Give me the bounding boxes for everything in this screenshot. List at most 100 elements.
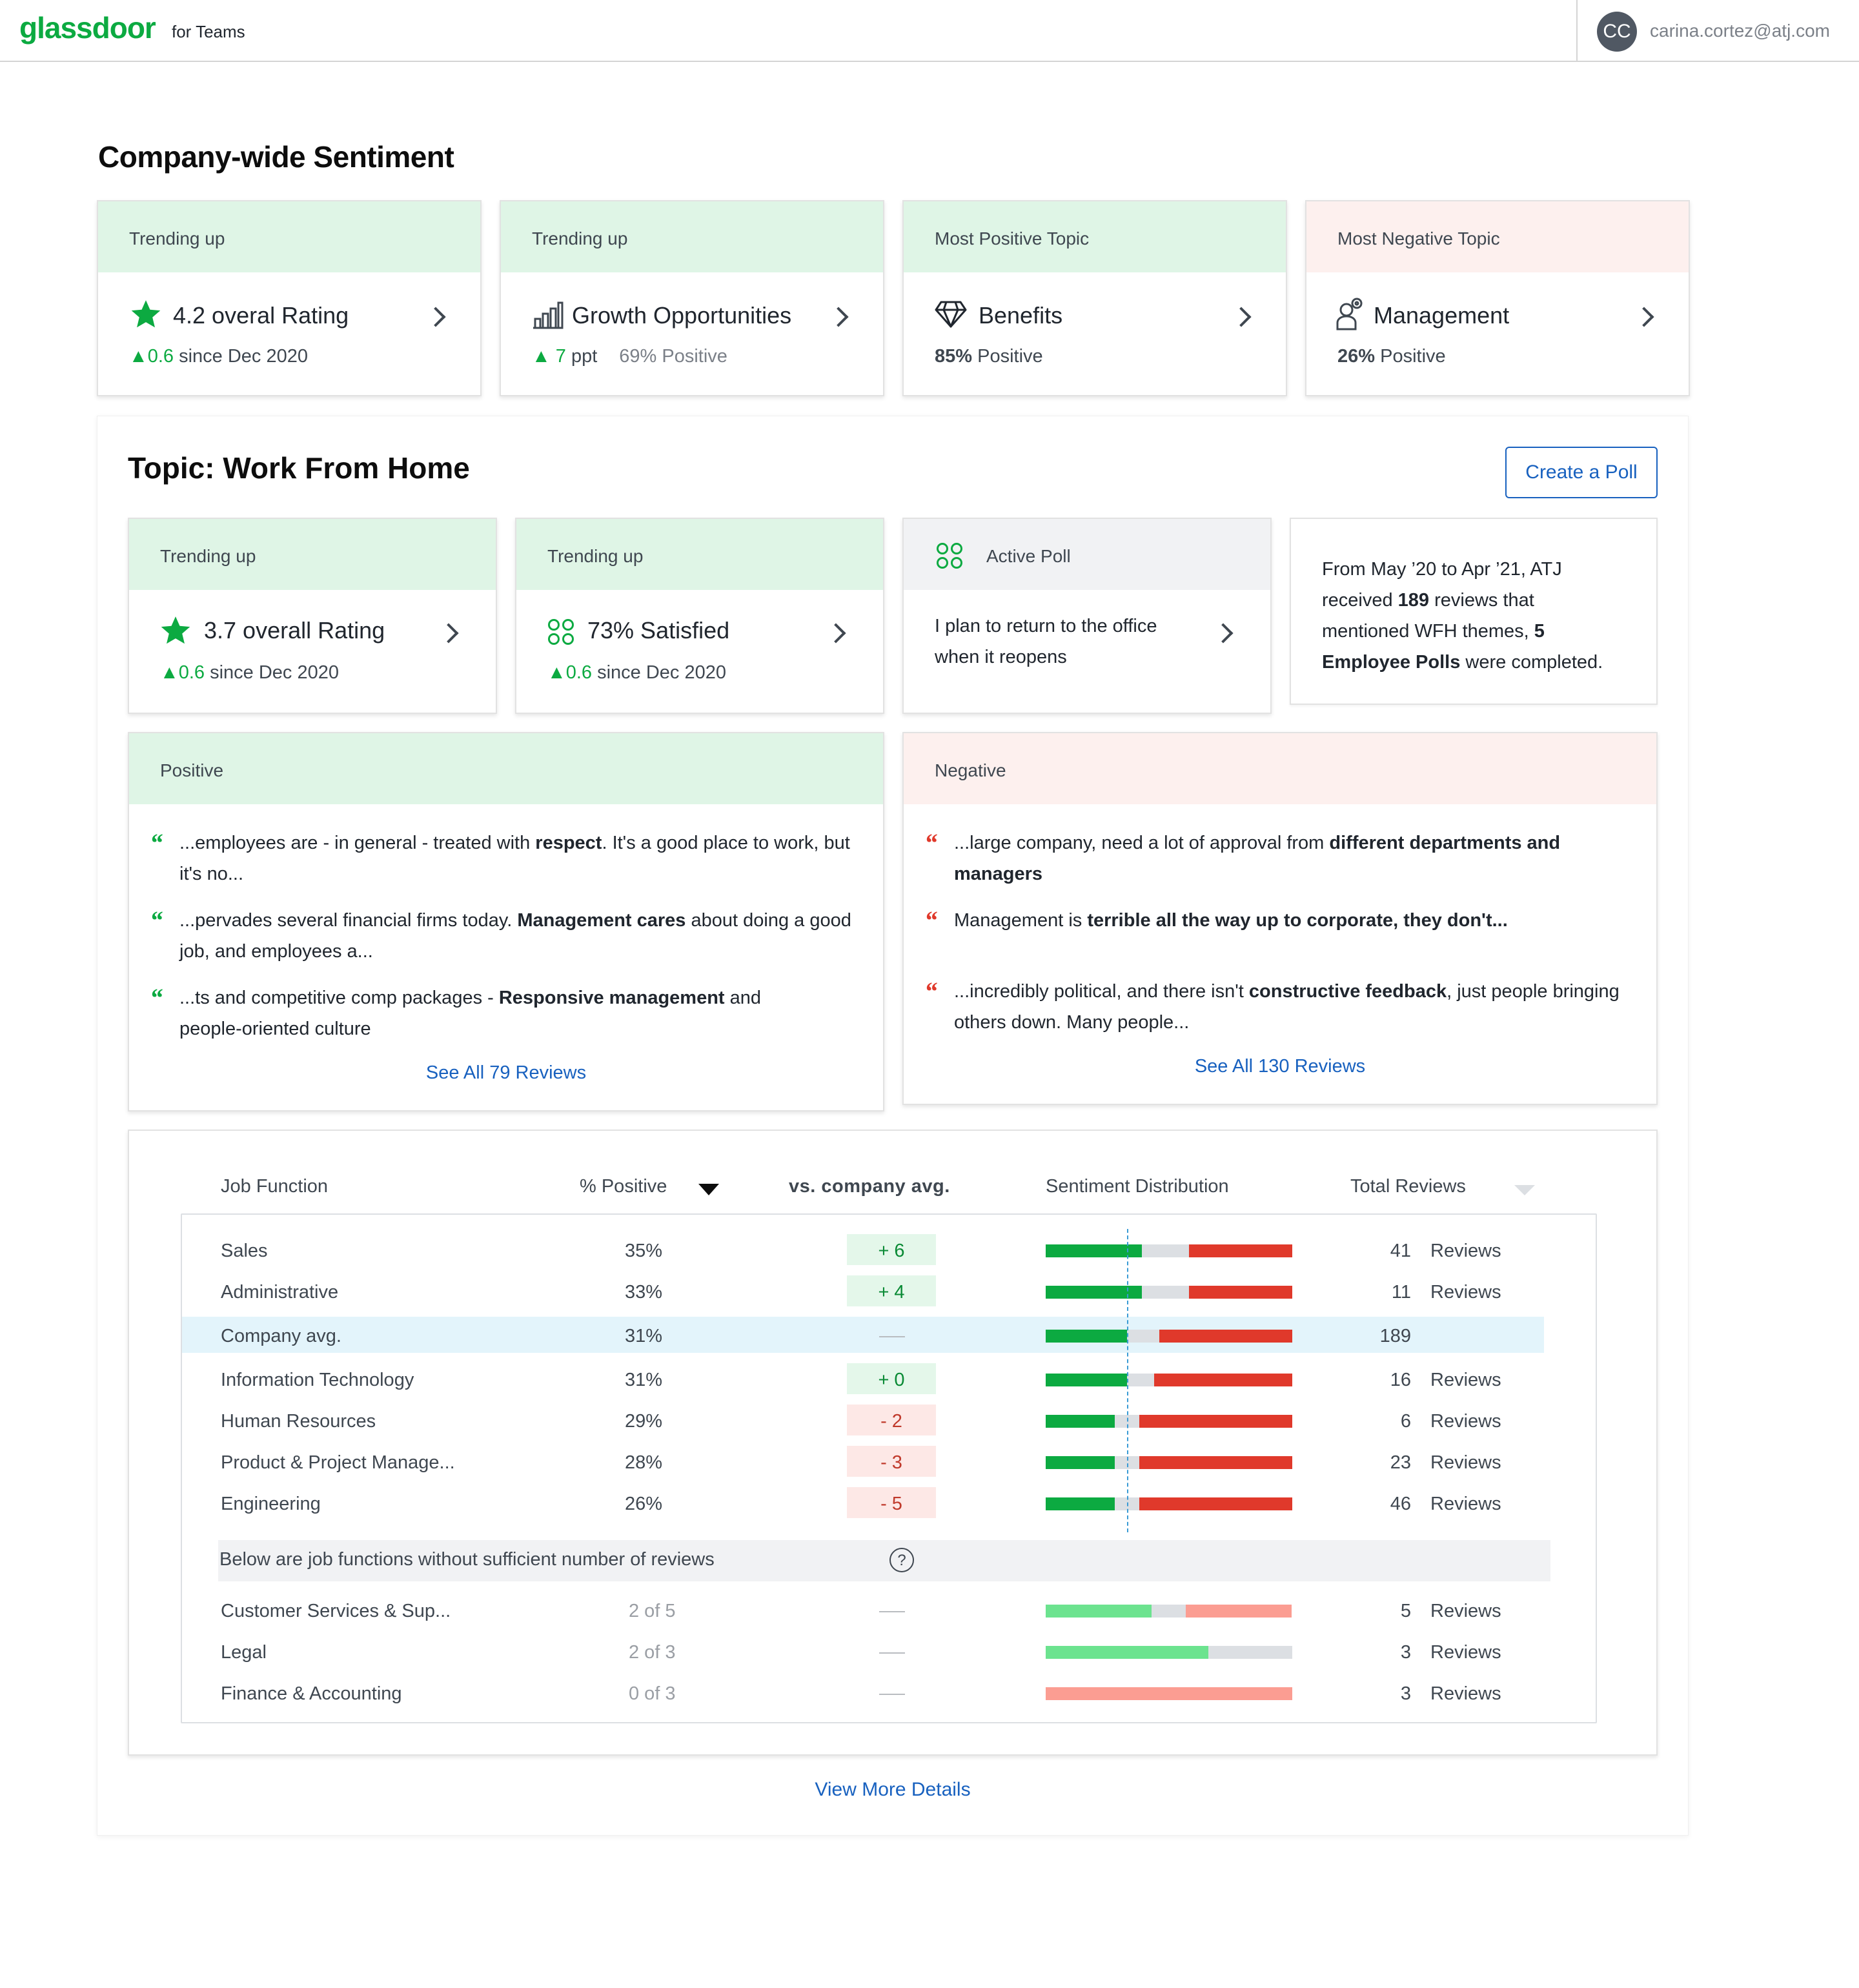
positive-reviews-card: Positive “ ...employees are - in general… bbox=[128, 732, 884, 1111]
bar-chart-icon bbox=[533, 301, 564, 329]
card-title: Benefits bbox=[979, 302, 1063, 329]
bar-negative bbox=[1189, 1286, 1292, 1299]
view-more-details-link[interactable]: View More Details bbox=[0, 1779, 1785, 1801]
delta-negative-badge: - 2 bbox=[847, 1405, 936, 1435]
card-sub: since Dec 2020 bbox=[179, 346, 308, 367]
card-title: 3.7 overall Rating bbox=[204, 617, 385, 644]
sort-desc-icon[interactable] bbox=[698, 1184, 719, 1195]
empty-delta-dash bbox=[879, 1694, 905, 1695]
diamond-icon bbox=[935, 301, 967, 328]
see-all-positive-link[interactable]: See All 79 Reviews bbox=[129, 1062, 883, 1084]
avatar[interactable]: CC bbox=[1597, 12, 1637, 52]
reviews-link[interactable]: Reviews bbox=[1430, 1642, 1501, 1663]
empty-delta-dash bbox=[879, 1336, 905, 1337]
quote-icon: “ bbox=[150, 983, 163, 1012]
job-function-name: Sales bbox=[221, 1241, 268, 1261]
see-all-negative-link[interactable]: See All 130 Reviews bbox=[904, 1056, 1656, 1077]
col-percent-positive[interactable]: % Positive bbox=[580, 1176, 667, 1197]
job-function-name: Company avg. bbox=[221, 1326, 341, 1346]
reviews-link[interactable]: Reviews bbox=[1430, 1282, 1501, 1303]
topic-title: Topic: Work From Home bbox=[128, 451, 470, 485]
satisfied-card[interactable]: Trending up 73% Satisfied ▲0.6 since Dec… bbox=[515, 518, 884, 714]
summary-text: From May ’20 to Apr ’21, ATJ received 18… bbox=[1322, 554, 1603, 678]
trend-delta: 0.6 bbox=[565, 662, 593, 683]
active-poll-card[interactable]: Active Poll I plan to return to the offi… bbox=[902, 518, 1272, 714]
glassdoor-logo[interactable]: glassdoor bbox=[19, 10, 156, 45]
percent-positive: 35% bbox=[625, 1241, 663, 1261]
col-vs-company-avg[interactable]: vs. company avg. bbox=[789, 1176, 950, 1197]
poll-icon bbox=[937, 543, 962, 569]
chevron-right-icon[interactable] bbox=[1231, 307, 1252, 327]
bar-positive bbox=[1046, 1330, 1127, 1343]
trend-up-icon: ▲ bbox=[160, 662, 179, 683]
chevron-right-icon[interactable] bbox=[1213, 623, 1234, 644]
top-header bbox=[0, 0, 1859, 62]
review-quote: ...employees are - in general - treated … bbox=[179, 833, 850, 884]
sort-icon[interactable] bbox=[1514, 1185, 1535, 1195]
chevron-right-icon[interactable] bbox=[828, 307, 849, 327]
reviews-link[interactable]: Reviews bbox=[1430, 1411, 1501, 1432]
total-reviews: 6 bbox=[1400, 1411, 1411, 1432]
growth-card[interactable]: Trending up Growth Opportunities ▲ 7 ppt… bbox=[500, 200, 884, 396]
star-icon bbox=[131, 300, 161, 328]
company-avg-highlight bbox=[182, 1317, 1544, 1353]
help-icon[interactable]: ? bbox=[889, 1548, 914, 1572]
card-sub: 69% Positive bbox=[619, 346, 727, 367]
card-header: Most Negative Topic bbox=[1306, 201, 1689, 272]
col-job-function[interactable]: Job Function bbox=[221, 1176, 328, 1197]
poll-icon bbox=[548, 619, 574, 645]
summary-card: From May ’20 to Apr ’21, ATJ received 18… bbox=[1290, 518, 1658, 705]
card-header: Negative bbox=[904, 733, 1656, 804]
review-quote: Management is terrible all the way up to… bbox=[954, 910, 1508, 931]
reviews-link[interactable]: Reviews bbox=[1430, 1601, 1501, 1622]
card-header: Trending up bbox=[516, 519, 883, 590]
chevron-right-icon[interactable] bbox=[1634, 307, 1654, 327]
trend-delta: 0.6 bbox=[178, 662, 205, 683]
job-function-name: Product & Project Manage... bbox=[221, 1452, 455, 1473]
delta-positive-badge: + 0 bbox=[847, 1363, 936, 1394]
percent-positive: 31% bbox=[625, 1370, 663, 1390]
col-total-reviews[interactable]: Total Reviews bbox=[1350, 1176, 1466, 1197]
bar-negative bbox=[1186, 1605, 1292, 1618]
quote-icon: “ bbox=[924, 906, 937, 935]
negative-topic-card[interactable]: Most Negative Topic Management 26% Posit… bbox=[1305, 200, 1690, 396]
review-quote: ...ts and competitive comp packages - Re… bbox=[179, 988, 762, 1039]
col-sentiment-distribution: Sentiment Distribution bbox=[1046, 1176, 1229, 1197]
bar-negative bbox=[1154, 1374, 1292, 1386]
chevron-right-icon[interactable] bbox=[438, 623, 459, 644]
quote-icon: “ bbox=[150, 828, 163, 857]
card-title: Growth Opportunities bbox=[572, 302, 792, 329]
bar-positive bbox=[1046, 1646, 1208, 1659]
bar-neutral bbox=[1142, 1244, 1189, 1257]
delta-positive-badge: + 6 bbox=[847, 1234, 936, 1265]
reviews-link[interactable]: Reviews bbox=[1430, 1683, 1501, 1705]
empty-delta-dash bbox=[879, 1652, 905, 1654]
delta-unit: ppt bbox=[571, 346, 598, 367]
topic-rating-card[interactable]: Trending up 3.7 overall Rating ▲0.6 sinc… bbox=[128, 518, 497, 714]
percent-positive: 2 of 5 bbox=[629, 1601, 676, 1621]
chevron-right-icon[interactable] bbox=[425, 307, 446, 327]
insufficient-label: Below are job functions without sufficie… bbox=[219, 1549, 715, 1570]
bar-negative bbox=[1139, 1497, 1292, 1510]
create-poll-button[interactable]: Create a Poll bbox=[1505, 447, 1658, 498]
reviews-link[interactable]: Reviews bbox=[1430, 1241, 1501, 1262]
reviews-link[interactable]: Reviews bbox=[1430, 1370, 1501, 1391]
chevron-right-icon[interactable] bbox=[826, 623, 846, 644]
card-sub: since Dec 2020 bbox=[597, 662, 726, 683]
rating-card[interactable]: Trending up 4.2 overal Rating ▲0.6 since… bbox=[97, 200, 482, 396]
bar-neutral bbox=[1127, 1330, 1159, 1343]
job-function-name: Administrative bbox=[221, 1282, 339, 1303]
reviews-link[interactable]: Reviews bbox=[1430, 1452, 1501, 1474]
reviews-link[interactable]: Reviews bbox=[1430, 1494, 1501, 1515]
percent-positive: 28% bbox=[625, 1452, 663, 1473]
card-header: Trending up bbox=[501, 201, 883, 272]
bar-positive bbox=[1046, 1605, 1152, 1618]
total-reviews: 16 bbox=[1390, 1370, 1411, 1390]
card-title: Management bbox=[1374, 302, 1510, 329]
bar-neutral bbox=[1152, 1605, 1186, 1618]
card-sub: Positive bbox=[1380, 346, 1446, 367]
user-email[interactable]: carina.cortez@atj.com bbox=[1650, 21, 1830, 41]
positive-topic-card[interactable]: Most Positive Topic Benefits 85% Positiv… bbox=[902, 200, 1287, 396]
negative-reviews-card: Negative “ ...large company, need a lot … bbox=[902, 732, 1658, 1105]
bar-neutral bbox=[1127, 1374, 1154, 1386]
